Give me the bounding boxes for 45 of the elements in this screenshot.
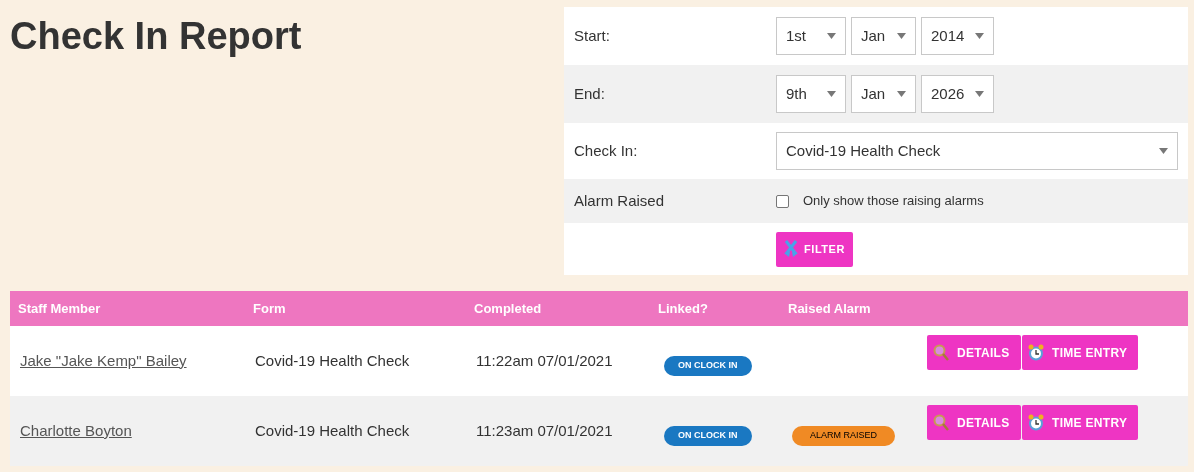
select-field[interactable]: Jan <box>851 75 916 113</box>
column-header: Form <box>253 300 286 316</box>
table-cell: Covid-19 Health Check <box>255 351 410 369</box>
select-field[interactable]: Covid-19 Health Check <box>776 132 1178 170</box>
column-header: Raised Alarm <box>788 300 871 316</box>
select-field[interactable]: 1st <box>776 17 846 55</box>
field-label: Check In: <box>574 141 638 159</box>
linked-badge: ON CLOCK IN <box>664 356 752 376</box>
select-field[interactable]: 9th <box>776 75 846 113</box>
alarm-badge: ALARM RAISED <box>792 426 896 446</box>
magnifier-icon <box>933 344 949 361</box>
details-button[interactable]: DETAILS <box>927 335 1021 370</box>
crossed-arrows-icon <box>784 240 798 258</box>
dropdown-arrow-icon <box>827 33 836 39</box>
alarm-clock-icon <box>1028 414 1044 431</box>
table-cell: 11:22am 07/01/2021 <box>476 351 613 369</box>
alarm-clock-icon <box>1028 344 1044 361</box>
dropdown-arrow-icon <box>975 33 984 39</box>
staff-link[interactable]: Charlotte Boyton <box>20 421 132 439</box>
field-label: End: <box>574 84 605 102</box>
select-field[interactable]: 2014 <box>921 17 994 55</box>
dropdown-arrow-icon <box>827 91 836 97</box>
dropdown-arrow-icon <box>975 91 984 97</box>
linked-badge: ON CLOCK IN <box>664 426 752 446</box>
time-entry-button[interactable]: TIME ENTRY <box>1022 335 1138 370</box>
magnifier-icon <box>933 414 949 431</box>
select-field[interactable]: Jan <box>851 17 916 55</box>
page-title: Check In Report <box>10 17 302 59</box>
checkbox[interactable] <box>776 194 789 208</box>
dropdown-arrow-icon <box>897 91 906 97</box>
dropdown-arrow-icon <box>1159 148 1168 154</box>
field-label: Alarm Raised <box>574 191 665 209</box>
field-label: Start: <box>574 26 610 44</box>
checkbox-label: Only show those raising alarms <box>803 192 984 211</box>
filter-button[interactable]: FILTER <box>776 231 853 267</box>
details-button[interactable]: DETAILS <box>927 405 1021 440</box>
table-cell: Covid-19 Health Check <box>255 421 410 439</box>
column-header: Staff Member <box>18 300 101 316</box>
select-field[interactable]: 2026 <box>921 75 994 113</box>
table-cell: 11:23am 07/01/2021 <box>476 421 613 439</box>
column-header: Completed <box>474 300 542 316</box>
column-header: Linked? <box>658 300 708 316</box>
dropdown-arrow-icon <box>897 33 906 39</box>
time-entry-button[interactable]: TIME ENTRY <box>1022 405 1138 440</box>
staff-link[interactable]: Jake "Jake Kemp" Bailey <box>20 351 187 369</box>
